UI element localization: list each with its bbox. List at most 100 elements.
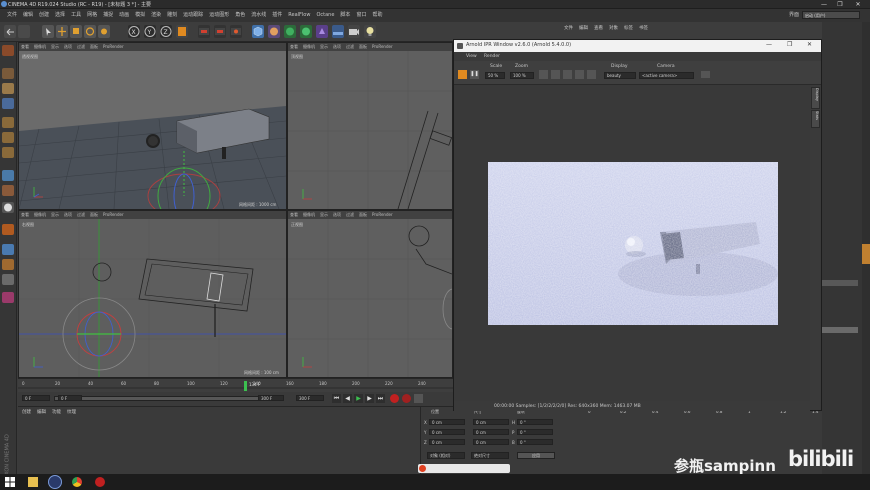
file-explorer-icon[interactable] [28, 477, 38, 487]
position-field[interactable]: 0 cm [429, 419, 465, 425]
render-settings-icon[interactable] [230, 25, 242, 38]
material-menu-item[interactable]: 创建 [22, 410, 31, 415]
material-menu-item[interactable]: 编辑 [37, 410, 46, 415]
menu-item[interactable]: 工具 [68, 9, 84, 22]
render-canvas[interactable] [454, 85, 810, 401]
sculpt-icon[interactable] [2, 224, 14, 235]
viewport-menu-item[interactable]: 摄像机 [34, 44, 46, 49]
arnold-menu-render[interactable]: Render [484, 54, 500, 59]
viewport-menu-item[interactable]: 过滤 [77, 44, 85, 49]
recent-tool-icon[interactable] [98, 25, 110, 38]
viewport-menu-item[interactable]: 摄像机 [303, 212, 315, 217]
menu-item[interactable]: 创建 [36, 9, 52, 22]
menu-item[interactable]: 插件 [269, 9, 285, 22]
menu-item[interactable]: 网格 [84, 9, 100, 22]
viewport-menu-item[interactable]: 查看 [290, 212, 298, 217]
compare-icon[interactable] [587, 70, 596, 79]
edges-mode-icon[interactable] [2, 132, 14, 143]
viewport-menu-item[interactable]: 过滤 [346, 212, 354, 217]
deformer-icon[interactable] [316, 25, 328, 38]
object-menu-item[interactable]: 文件 [564, 26, 573, 31]
viewport-menu-item[interactable]: ProRender [103, 44, 124, 49]
light-icon[interactable] [364, 25, 376, 38]
menu-item[interactable]: 流水线 [248, 9, 269, 22]
scale-field[interactable]: 50 % [485, 72, 505, 79]
arnold-render-icon[interactable] [458, 70, 467, 79]
scale-icon[interactable] [70, 25, 82, 38]
menu-item[interactable]: 帮助 [369, 9, 385, 22]
recorder-icon[interactable] [95, 477, 105, 487]
move-icon[interactable] [56, 25, 68, 38]
close-button[interactable]: ✕ [852, 0, 864, 9]
polygons-mode-icon[interactable] [2, 147, 14, 158]
menu-item[interactable]: 选择 [52, 9, 68, 22]
viewport-menu-item[interactable]: 选项 [64, 44, 72, 49]
goto-end-icon[interactable]: ⏭ [376, 394, 385, 403]
chrome-icon[interactable] [72, 477, 82, 487]
right-panel-field[interactable] [822, 327, 858, 333]
frame-range-slider[interactable] [54, 396, 284, 401]
menu-item[interactable]: 渲染 [148, 9, 164, 22]
render-picture-viewer-icon[interactable] [214, 25, 226, 38]
pen-icon[interactable] [268, 25, 280, 38]
menu-item[interactable]: 脚本 [337, 9, 353, 22]
menu-item[interactable]: 角色 [232, 9, 248, 22]
cinema4d-taskbar-icon[interactable] [48, 475, 62, 489]
object-menu-item[interactable]: 书签 [639, 26, 648, 31]
goto-start-icon[interactable]: ⏮ [332, 394, 341, 403]
rotation-field[interactable]: 0 ° [517, 419, 553, 425]
viewport-menu-item[interactable]: 显示 [51, 212, 59, 217]
model-mode-icon[interactable] [2, 68, 14, 79]
floor-icon[interactable] [332, 25, 344, 38]
paint-icon[interactable] [2, 244, 14, 255]
viewport-menu-item[interactable]: 过滤 [346, 44, 354, 49]
viewport-right[interactable]: 查看 摄像机 显示 选项 过滤 面板 ProRender 右视图 网格间距 : 100 cm [18, 210, 287, 378]
viewport-perspective[interactable]: 查看 摄像机 显示 选项 过滤 面板 ProRender 透视视图 网格间距 : 1000 … [18, 42, 287, 210]
material-menu-item[interactable]: 功能 [52, 410, 61, 415]
position-field[interactable]: 0 cm [429, 429, 465, 435]
screenshot-camera-icon[interactable] [701, 71, 710, 78]
viewport-menu-item[interactable]: ProRender [372, 212, 393, 217]
material-menu-item[interactable]: 纹理 [67, 410, 76, 415]
crop-icon[interactable] [551, 70, 560, 79]
workplane-lock-icon[interactable] [2, 259, 14, 270]
right-panel-hscroll[interactable] [822, 280, 858, 286]
viewport-menu-item[interactable]: 选项 [333, 44, 341, 49]
keyframe-icon[interactable] [414, 394, 423, 403]
rotation-field[interactable]: 0 ° [517, 439, 553, 445]
attr-tab-icon[interactable] [862, 244, 870, 264]
undo-icon[interactable] [4, 25, 16, 38]
select-icon[interactable] [42, 25, 54, 38]
display-dropdown[interactable]: beauty [604, 72, 636, 79]
menu-item[interactable]: 模拟 [132, 9, 148, 22]
frame-min-field[interactable]: 0 F [58, 395, 82, 401]
viewport-menu-item[interactable]: 选项 [333, 212, 341, 217]
subdivision-icon[interactable] [284, 25, 296, 38]
arnold-maximize-button[interactable]: ❐ [787, 41, 792, 48]
camera-icon[interactable] [348, 25, 360, 38]
viewport-menu-item[interactable]: 显示 [320, 44, 328, 49]
minimize-button[interactable]: — [818, 0, 830, 9]
rotate-icon[interactable] [84, 25, 96, 38]
coord-mode-dropdown[interactable]: 对象 (相对) [427, 452, 465, 459]
menu-item[interactable]: Octane [313, 9, 337, 22]
viewport-front[interactable]: 查看 摄像机 显示 选项 过滤 面板 ProRender 正视图 [287, 210, 453, 378]
viewport-menu-item[interactable]: 面板 [359, 212, 367, 217]
layout-dropdown[interactable]: 启动 (用户) [802, 11, 860, 19]
maximize-button[interactable]: ❐ [834, 0, 846, 9]
arnold-pause-icon[interactable]: ❚❚ [470, 70, 479, 79]
z-axis-icon[interactable]: Z [160, 25, 172, 38]
object-menu-item[interactable]: 标签 [624, 26, 633, 31]
object-menu-item[interactable]: 查看 [594, 26, 603, 31]
frame-start-field[interactable]: 0 F [22, 395, 50, 401]
next-key-icon[interactable]: ▶ [365, 394, 374, 403]
tweak-mode-icon[interactable] [2, 185, 14, 196]
redo-icon[interactable] [18, 25, 30, 38]
prev-key-icon[interactable]: ◀ [343, 394, 352, 403]
stats-tab[interactable]: Stats [811, 110, 820, 128]
viewport-menu-item[interactable]: 显示 [51, 44, 59, 49]
points-mode-icon[interactable] [2, 117, 14, 128]
arnold-minimize-button[interactable]: — [766, 41, 772, 48]
object-menu-item[interactable]: 对象 [609, 26, 618, 31]
make-editable-icon[interactable] [2, 45, 14, 56]
